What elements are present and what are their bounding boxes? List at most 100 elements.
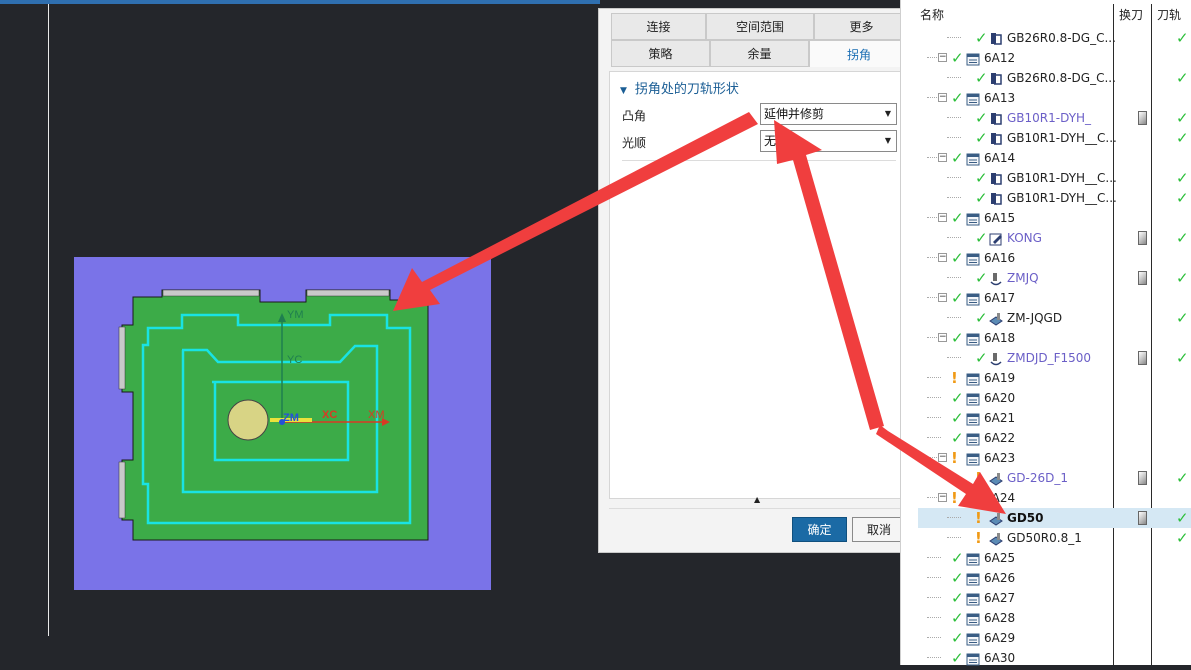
collapse-toggle-icon[interactable]: − [938,293,947,302]
divider [622,160,896,161]
program-group-icon [966,411,980,426]
program-group-icon [966,151,980,166]
tree-row[interactable]: −! 6A24 [918,488,1191,508]
smoothing-select[interactable]: 无 ▼ [760,130,897,152]
tree-row[interactable]: − ✓ 6A17 [918,288,1191,308]
collapse-toggle-icon[interactable]: − [938,153,947,162]
tree-connector [927,437,941,439]
column-header-tool-change[interactable]: 换刀 [1119,0,1143,28]
tree-row-label: 6A17 [984,291,1016,305]
collapse-toggle-icon[interactable]: − [938,93,947,102]
cancel-button[interactable]: 取消 [852,517,906,542]
tree-row[interactable]: ! GD50R0.8_1 ✓ [918,528,1191,548]
tree-row[interactable]: ✓ 6A22 [918,428,1191,448]
collapse-toggle-icon[interactable]: − [938,213,947,222]
program-group-icon [966,331,980,346]
status-check-icon: ✓ [951,609,964,627]
tree-row[interactable]: − ✓ 6A16 [918,248,1191,268]
tree-row[interactable]: ✓ 6A28 [918,608,1191,628]
status-check-icon: ✓ [975,169,988,187]
tab-corner[interactable]: 拐角 [809,40,909,67]
status-check-icon: ✓ [951,49,964,67]
section-title: 拐角处的刀轨形状 [634,82,739,97]
tab-connect[interactable]: 连接 [611,13,706,40]
collapse-toggle-icon[interactable]: − [938,53,947,62]
tree-row[interactable]: ✓ 6A27 [918,588,1191,608]
field-label-smoothing: 光顺 [622,136,647,150]
tree-row[interactable]: ✓ GB10R1-DYH__C... ✓ [918,168,1191,188]
status-warning-icon: ! [951,449,958,467]
tree-row[interactable]: ✓ 6A26 [918,568,1191,588]
axis-label-ym: YM [287,309,304,321]
tree-row[interactable]: ! GD50 ✓ [918,508,1191,528]
tab-more[interactable]: 更多 [814,13,909,40]
expand-up-icon[interactable]: ▲ [754,495,760,504]
graphics-viewport[interactable]: YM YC ZM XC XM [0,0,600,665]
ok-button[interactable]: 确定 [792,517,847,542]
tree-row[interactable]: ✓ 6A29 [918,628,1191,648]
tree-row[interactable]: ✓ GB10R1-DYH_ ✓ [918,108,1191,128]
tree-row[interactable]: ✓ GB26R0.8-DG_C... ✓ [918,68,1191,88]
tree-row[interactable]: − ✓ 6A18 [918,328,1191,348]
program-group-icon [966,591,980,606]
tree-row[interactable]: ✓ GB10R1-DYH__C... ✓ [918,188,1191,208]
tree-row[interactable]: ✓ GB10R1-DYH__C... ✓ [918,128,1191,148]
tree-row[interactable]: − ✓ 6A13 [918,88,1191,108]
tree-row-label: GB10R1-DYH_ [1007,111,1092,125]
tree-row[interactable]: ✓ 6A20 [918,388,1191,408]
tree-row[interactable]: ✓ ZMDJD_F1500 ✓ [918,348,1191,368]
tab-strategy[interactable]: 策略 [611,40,710,67]
tree-row[interactable]: ✓ 6A25 [918,548,1191,568]
tree-row-label: 6A28 [984,611,1016,625]
tree-row[interactable]: ! 6A19 [918,368,1191,388]
tab-stock[interactable]: 余量 [710,40,809,67]
tree-row[interactable]: ! GD-26D_1 ✓ [918,468,1191,488]
axis-label-yc: YC [287,354,302,366]
status-check-icon: ✓ [975,309,988,327]
status-check-icon: ✓ [951,249,964,267]
collapse-toggle-icon[interactable]: − [938,453,947,462]
tree-connector [947,77,961,79]
tree-row[interactable]: ✓ ZM-JQGD ✓ [918,308,1191,328]
tree-row[interactable]: ✓ ZMJQ ✓ [918,268,1191,288]
tree-row[interactable]: ✓ GB26R0.8-DG_C... ✓ [918,28,1191,48]
drill-icon [989,351,1003,366]
tree-connector [947,137,961,139]
column-header-name[interactable]: 名称 [920,0,944,28]
convex-corner-value: 延伸并修剪 [764,107,825,121]
tree-row[interactable]: −! 6A23 [918,448,1191,468]
program-group-icon [966,611,980,626]
tree-row[interactable]: − ✓ 6A15 [918,208,1191,228]
section-corner-toolpath-shape[interactable]: ▼ 拐角处的刀轨形状 [620,78,739,97]
collapse-toggle-icon[interactable]: − [938,333,947,342]
tree-row[interactable]: ✓ KONG ✓ [918,228,1191,248]
tree-row-label: 6A12 [984,51,1016,65]
toolpath-check-icon: ✓ [1176,349,1189,367]
program-group-icon [966,631,980,646]
convex-corner-select[interactable]: 延伸并修剪 ▼ [760,103,897,125]
part-boss-4 [118,461,126,519]
tree-row[interactable]: ✓ 6A21 [918,408,1191,428]
operation-icon [989,71,1003,85]
tab-spatial-range[interactable]: 空间范围 [706,13,814,40]
part-boss-2 [306,289,390,297]
tree-row[interactable]: ✓ 6A30 [918,648,1191,668]
program-group-icon [966,371,980,386]
navigator-gutter [901,0,917,665]
status-check-icon: ✓ [951,589,964,607]
collapse-toggle-icon[interactable]: − [938,493,947,502]
toolpath-check-icon: ✓ [1176,469,1189,487]
program-group-icon [966,431,980,446]
tree-row[interactable]: − ✓ 6A14 [918,148,1191,168]
tree-row[interactable]: − ✓ 6A12 [918,48,1191,68]
part-view[interactable]: YM YC ZM XC XM [0,0,600,665]
tool-change-icon [1138,471,1147,485]
collapse-triangle-icon[interactable]: ▼ [620,86,627,96]
collapse-toggle-icon[interactable]: − [938,253,947,262]
tool-change-icon [1138,511,1147,525]
status-warning-icon: ! [975,509,982,527]
tree-connector [927,557,941,559]
column-header-path[interactable]: 刀轨 [1157,0,1181,28]
program-group-icon [966,571,980,586]
tree-row-label: 6A24 [984,491,1016,505]
